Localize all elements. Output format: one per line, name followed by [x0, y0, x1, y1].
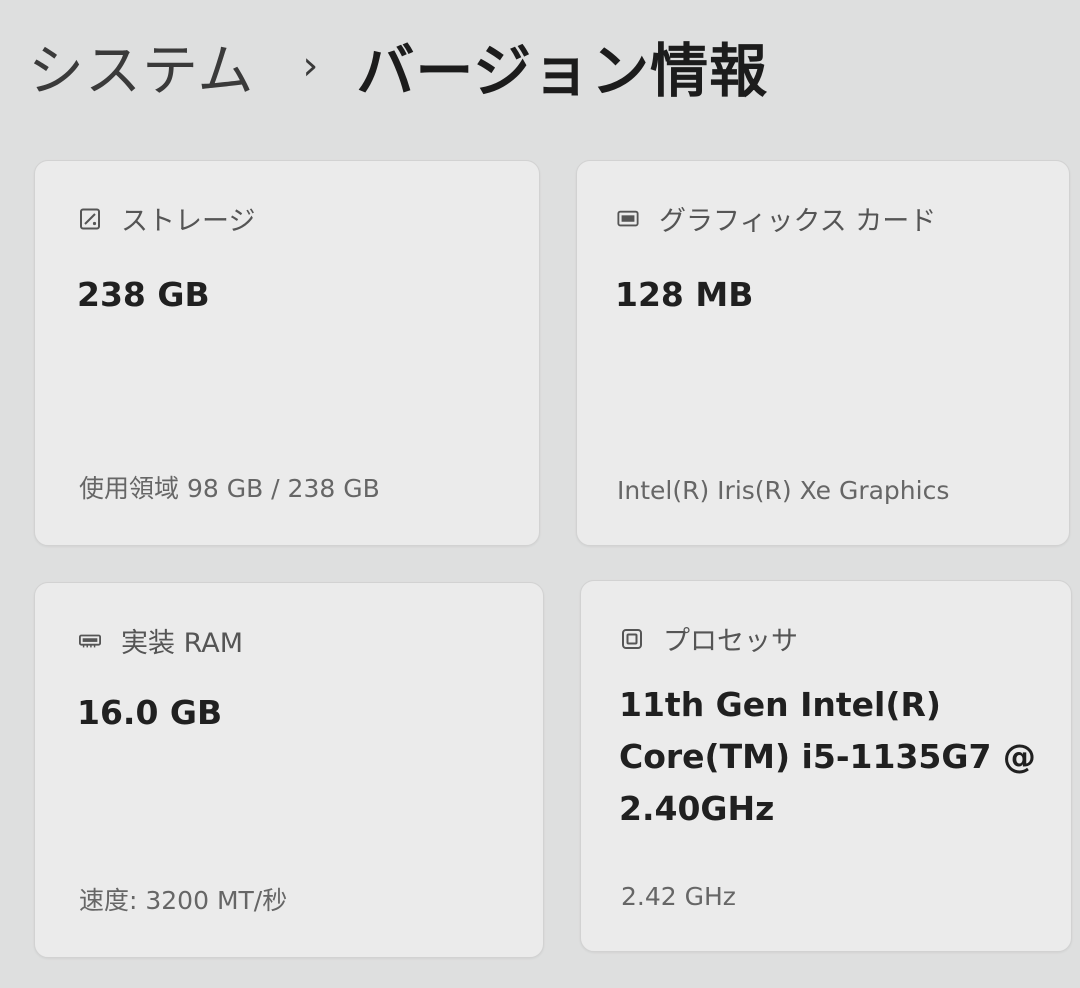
ram-card: 実装 RAM 16.0 GB 速度: 3200 MT/秒: [34, 582, 544, 958]
storage-card-header: ストレージ: [79, 199, 255, 238]
memory-icon: [79, 630, 101, 652]
chevron-right-icon: ›: [302, 43, 319, 89]
ram-value: 16.0 GB: [77, 693, 223, 732]
graphics-card-card: グラフィックス カード 128 MB Intel(R) Iris(R) Xe G…: [576, 160, 1070, 546]
graphics-card-icon: [617, 208, 639, 230]
storage-card: ストレージ 238 GB 使用領域 98 GB / 238 GB: [34, 160, 540, 546]
graphics-card-header: グラフィックス カード: [617, 199, 936, 238]
storage-detail: 使用領域 98 GB / 238 GB: [79, 474, 380, 503]
ram-card-header: 実装 RAM: [79, 621, 243, 660]
page-title: バージョン情報: [356, 37, 769, 105]
processor-card: プロセッサ 11th Gen Intel(R) Core(TM) i5-1135…: [580, 580, 1072, 952]
storage-value: 238 GB: [77, 275, 210, 314]
graphics-card-value: 128 MB: [615, 275, 754, 314]
processor-value: 11th Gen Intel(R) Core(TM) i5-1135G7 @ 2…: [619, 685, 1036, 828]
storage-label: ストレージ: [121, 206, 256, 237]
breadcrumb-system-link[interactable]: システム: [28, 26, 254, 107]
ram-detail: 速度: 3200 MT/秒: [79, 886, 288, 915]
processor-card-header: プロセッサ: [621, 619, 798, 658]
processor-detail: 2.42 GHz: [621, 882, 736, 911]
storage-icon: [79, 208, 101, 230]
processor-label: プロセッサ: [663, 626, 798, 657]
graphics-card-label: グラフィックス カード: [659, 206, 937, 237]
breadcrumb: システム › バージョン情報: [28, 26, 768, 106]
processor-icon: [621, 628, 643, 650]
ram-label: 実装 RAM: [121, 628, 244, 659]
graphics-card-detail: Intel(R) Iris(R) Xe Graphics: [617, 476, 950, 505]
